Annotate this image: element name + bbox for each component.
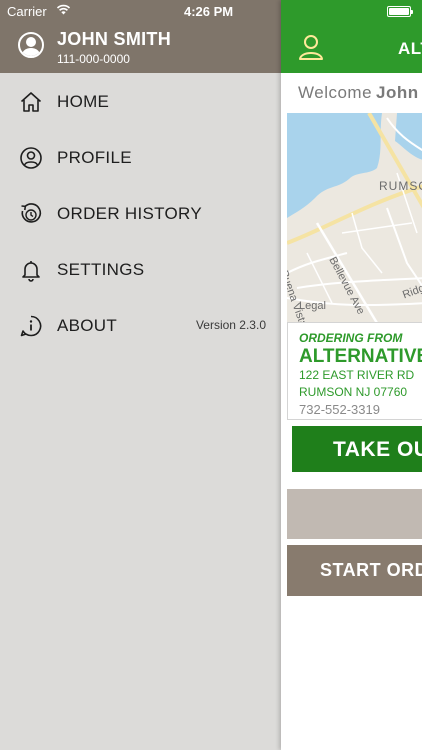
store-address-line1: 122 EAST RIVER RD [299,368,415,382]
info-icon [20,315,42,337]
menu-label: ABOUT [57,316,118,335]
welcome-text: Welcome John [298,83,419,103]
profile-icon [20,147,42,169]
menu-item-home[interactable]: HOME [0,73,281,129]
clock: 4:26 PM [184,4,234,19]
user-name: JOHN SMITH [57,29,172,49]
main-panel[interactable]: ALTE WelcomeJohn RUMSON Bellevue Ave Bue… [281,0,422,750]
menu-label: PROFILE [57,148,132,167]
side-drawer: JOHN SMITH 111-000-0000 HOME PROFILE ORD… [0,0,281,750]
battery-icon [387,6,413,17]
user-icon[interactable] [297,33,325,61]
take-out-button[interactable]: TAKE OUT [292,426,422,472]
drawer-menu: HOME PROFILE ORDER HISTORY SETTINGS ABOU… [0,73,281,353]
wifi-icon [56,4,71,15]
store-phone[interactable]: 732-552-3319 [299,402,380,417]
store-map[interactable]: RUMSON Bellevue Ave Buena Vista Legal Ri… [287,113,422,323]
start-order-button[interactable]: START ORDER [287,545,422,596]
menu-item-profile[interactable]: PROFILE [0,129,281,185]
map-legal-link[interactable]: Legal [299,300,326,312]
app-version: Version 2.3.0 [195,318,266,332]
bell-icon [22,261,40,282]
menu-label: ORDER HISTORY [57,204,202,223]
menu-item-about[interactable]: ABOUT Version 2.3.0 [0,297,281,353]
menu-label: SETTINGS [57,260,145,279]
store-name: ALTERNATIVE [299,346,422,367]
ordering-from-label: ORDERING FROM [299,331,403,345]
app-title: ALTE [398,39,422,58]
take-out-label: TAKE OUT [333,438,422,461]
menu-item-settings[interactable]: SETTINGS [0,241,281,297]
welcome-name: John [376,83,419,102]
home-icon [20,92,42,112]
start-order-label: START ORDER [320,560,422,580]
order-history-icon [21,203,42,223]
menu-item-order-history[interactable]: ORDER HISTORY [0,185,281,241]
map-label-town: RUMSON [379,179,422,193]
store-address-line2: RUMSON NJ 07760 [299,385,408,399]
carrier-label: Carrier [7,4,47,19]
delivery-button[interactable] [287,489,422,539]
welcome-label: Welcome [298,83,373,102]
status-bar: Carrier 4:26 PM [0,0,422,22]
avatar[interactable] [18,32,44,58]
user-phone: 111-000-0000 [57,52,130,66]
menu-label: HOME [57,92,110,111]
store-card[interactable]: ORDERING FROM ALTERNATIVE 122 EAST RIVER… [287,322,422,420]
